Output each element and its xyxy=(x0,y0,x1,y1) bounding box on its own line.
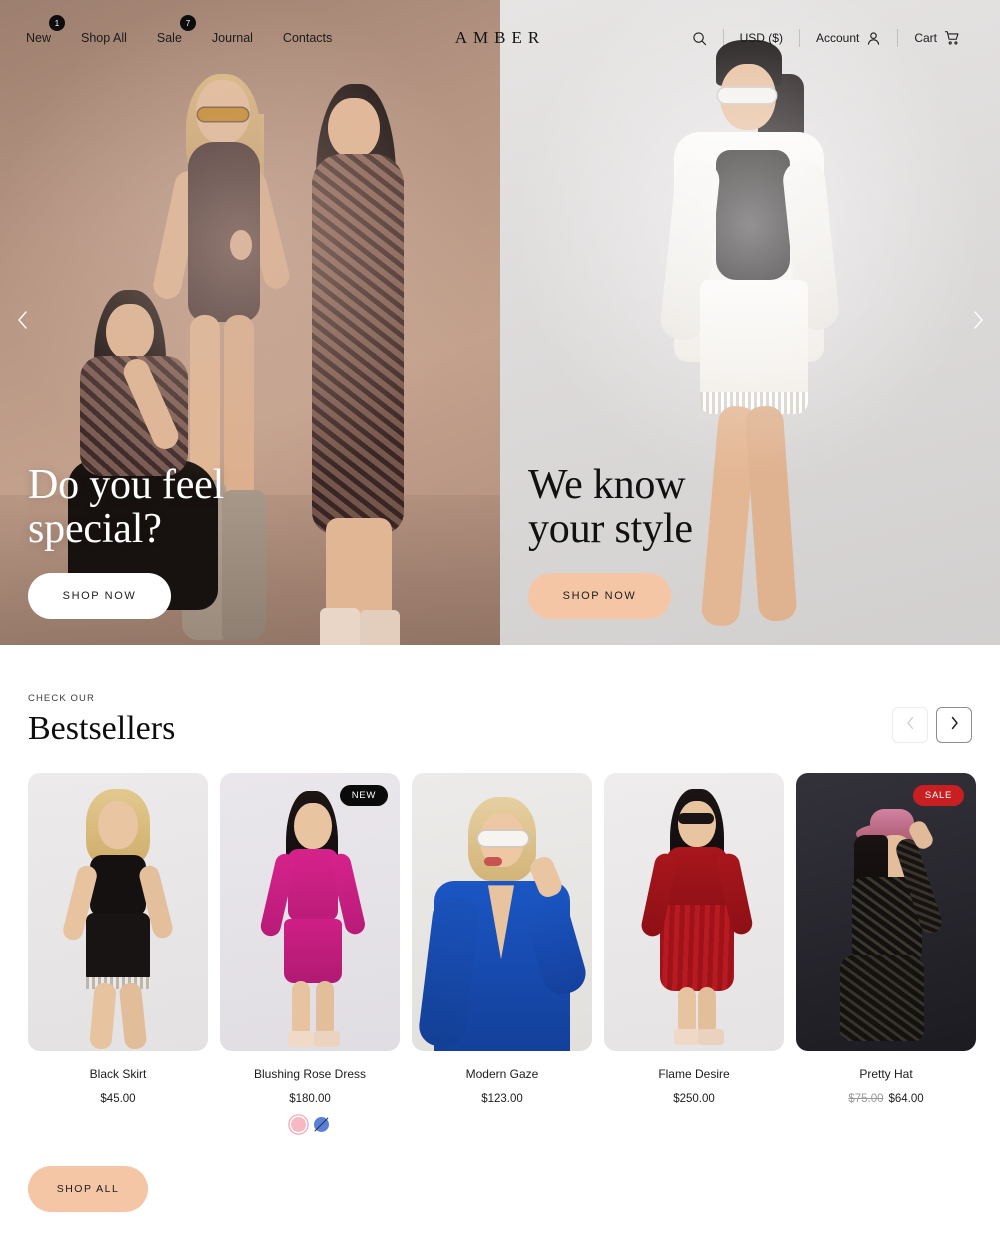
nav-label-shop-all: Shop All xyxy=(81,31,127,45)
product-name: Blushing Rose Dress xyxy=(253,1067,367,1082)
search-button[interactable] xyxy=(676,31,723,46)
product-grid: Black Skirt $45.00 NEW Blushing Rose Dre… xyxy=(28,773,976,1133)
bestsellers-next-button[interactable] xyxy=(936,707,972,744)
product-name: Flame Desire xyxy=(658,1067,730,1082)
nav-item-new[interactable]: New 1 xyxy=(24,15,66,51)
nav-item-sale[interactable]: Sale 7 xyxy=(155,15,196,51)
nav-item-contacts[interactable]: Contacts xyxy=(281,25,334,51)
chevron-right-icon xyxy=(972,310,985,335)
product-badge-new: NEW xyxy=(339,785,388,807)
product-image[interactable] xyxy=(28,773,208,1052)
chevron-left-icon xyxy=(16,310,29,335)
bestsellers-heading-group: CHECK OUR Bestsellers xyxy=(28,693,175,747)
cart-label: Cart xyxy=(914,31,937,45)
product-image[interactable]: SALE xyxy=(796,773,976,1052)
model-white-blazer xyxy=(658,40,860,640)
product-photo-blushing-rose xyxy=(220,773,400,1051)
product-card[interactable]: Flame Desire $250.00 xyxy=(604,773,784,1132)
hero-copy-1: Do you feel special? SHOP NOW xyxy=(28,463,224,619)
swatch-blue-out-of-stock[interactable] xyxy=(314,1117,329,1133)
product-photo-modern-gaze xyxy=(412,773,592,1052)
nav-label-new: New xyxy=(26,31,52,45)
header-actions: USD ($) Account Cart xyxy=(676,29,976,47)
sunglasses-white xyxy=(718,88,776,103)
product-image[interactable]: NEW xyxy=(220,773,400,1052)
currency-selector[interactable]: USD ($) xyxy=(724,31,799,45)
page-root: Do you feel special? SHOP NOW We know yo… xyxy=(0,0,1000,1248)
hero-shop-now-button-1[interactable]: SHOP NOW xyxy=(28,573,171,619)
bestsellers-prev-button[interactable] xyxy=(892,707,928,744)
product-old-price: $75.00 xyxy=(848,1093,884,1106)
hero-shop-now-button-2[interactable]: SHOP NOW xyxy=(528,573,671,619)
search-icon xyxy=(692,31,707,46)
nav-label-journal: Journal xyxy=(211,31,253,45)
product-price: $250.00 xyxy=(673,1093,715,1106)
nav-label-contacts: Contacts xyxy=(282,31,333,45)
product-badge-sale: SALE xyxy=(912,785,964,807)
nav-item-shop-all[interactable]: Shop All xyxy=(79,25,129,51)
product-card[interactable]: Black Skirt $45.00 xyxy=(28,773,208,1132)
hero-carousel: Do you feel special? SHOP NOW We know yo… xyxy=(0,0,1000,645)
hero-prev-button[interactable] xyxy=(8,309,36,337)
product-name: Black Skirt xyxy=(89,1067,147,1082)
product-name: Pretty Hat xyxy=(859,1067,913,1082)
product-image[interactable] xyxy=(412,773,592,1052)
product-name: Modern Gaze xyxy=(465,1067,539,1082)
site-header: New 1 Shop All Sale 7 Journal Contacts A… xyxy=(0,0,1000,76)
product-card[interactable]: Modern Gaze $123.00 xyxy=(412,773,592,1132)
bestsellers-section: CHECK OUR Bestsellers Black Skirt $45.00… xyxy=(0,645,1000,1213)
nav-label-sale: Sale xyxy=(156,31,182,45)
model-patterned-dress xyxy=(290,84,440,645)
bestsellers-carousel-nav xyxy=(892,707,972,744)
product-card[interactable]: SALE Pretty Hat $75.00 $64.00 xyxy=(796,773,976,1132)
product-photo-black-skirt xyxy=(28,773,208,1051)
hero-title-1: Do you feel special? xyxy=(28,461,225,552)
section-title: Bestsellers xyxy=(28,710,176,747)
product-price: $123.00 xyxy=(481,1093,523,1106)
account-button[interactable]: Account xyxy=(800,31,897,46)
swatch-pink[interactable] xyxy=(291,1117,306,1133)
product-price: $45.00 xyxy=(100,1093,136,1106)
user-icon xyxy=(866,31,881,46)
currency-label: USD ($) xyxy=(739,31,783,45)
hero-slide-2[interactable]: We know your style SHOP NOW xyxy=(500,0,1000,645)
cart-icon xyxy=(944,30,960,46)
site-logo[interactable]: AMBER xyxy=(455,28,545,48)
product-price-group: $75.00 $64.00 xyxy=(796,1093,976,1105)
product-card[interactable]: NEW Blushing Rose Dress $180.00 xyxy=(220,773,400,1133)
bestsellers-header: CHECK OUR Bestsellers xyxy=(28,693,972,747)
product-image[interactable] xyxy=(604,773,784,1052)
product-sale-price: $64.00 xyxy=(888,1093,924,1106)
nav-badge-sale: 7 xyxy=(179,15,196,31)
product-price: $180.00 xyxy=(289,1093,331,1106)
sunglasses-yellow xyxy=(198,108,248,121)
hero-slide-1[interactable]: Do you feel special? SHOP NOW xyxy=(0,0,500,645)
product-swatches xyxy=(220,1117,400,1133)
hero-next-button[interactable] xyxy=(964,309,992,337)
nav-item-journal[interactable]: Journal xyxy=(210,25,255,51)
hero-copy-2: We know your style SHOP NOW xyxy=(528,463,693,619)
chevron-right-icon xyxy=(949,716,960,735)
main-navigation: New 1 Shop All Sale 7 Journal Contacts xyxy=(24,15,334,51)
product-photo-pretty-hat xyxy=(796,773,976,1051)
product-photo-flame-desire xyxy=(604,773,784,1051)
account-label: Account xyxy=(815,31,860,45)
section-eyebrow: CHECK OUR xyxy=(28,693,95,704)
chevron-left-icon xyxy=(905,716,916,735)
cart-button[interactable]: Cart xyxy=(898,30,976,46)
nav-badge-new: 1 xyxy=(49,15,66,31)
hero-title-2: We know your style xyxy=(528,461,693,552)
shop-all-button[interactable]: SHOP ALL xyxy=(28,1166,148,1213)
